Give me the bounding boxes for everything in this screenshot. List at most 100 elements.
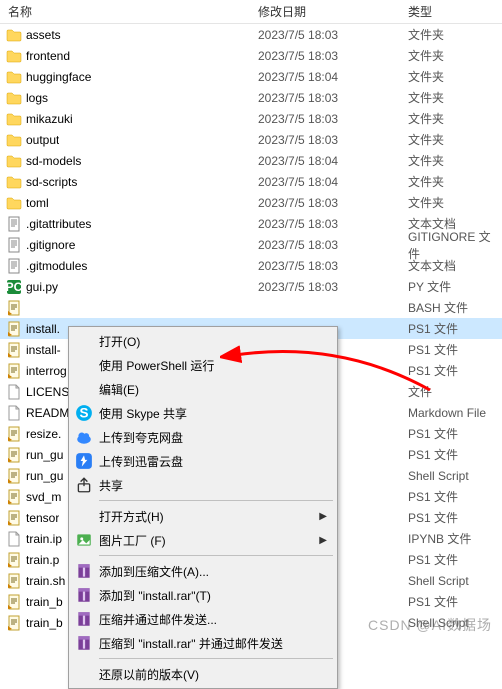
file-date-cell: 2023/7/5 18:04 (258, 175, 408, 189)
file-row[interactable]: output 2023/7/5 18:03文件夹 (0, 129, 502, 150)
file-name-label: train.sh (26, 574, 65, 588)
file-row[interactable]: logs2023/7/5 18:03文件夹 (0, 87, 502, 108)
file-type-cell: BASH 文件 (408, 299, 502, 316)
menu-open[interactable]: 打开(O) (71, 329, 335, 353)
file-date-cell: 2023/7/5 18:03 (258, 238, 408, 252)
file-row[interactable]: .gitignore2023/7/5 18:03GITIGNORE 文件 (0, 234, 502, 255)
menu-label: 共享 (99, 477, 123, 494)
file-name-label: output (26, 133, 59, 147)
menu-edit[interactable]: 编辑(E) (71, 377, 335, 401)
folder-icon (6, 69, 22, 85)
menu-run-powershell[interactable]: 使用 PowerShell 运行 (71, 353, 335, 377)
file-name-label: .gitmodules (26, 259, 87, 273)
file-type-cell: PY 文件 (408, 278, 502, 295)
txt-icon (6, 237, 22, 253)
picture-icon (75, 531, 93, 549)
file-name-label: huggingface (26, 70, 91, 84)
file-type-cell: 文件夹 (408, 47, 502, 64)
txt-icon (6, 258, 22, 274)
file-name-label: train_b (26, 595, 63, 609)
menu-open-with[interactable]: 打开方式(H)▶ (71, 504, 335, 528)
chevron-right-icon: ▶ (319, 535, 327, 546)
file-type-cell: 文本文档 (408, 257, 502, 274)
file-date-cell: 2023/7/5 18:03 (258, 196, 408, 210)
file-name-label: sd-scripts (26, 175, 77, 189)
file-type-cell: Shell Script (408, 469, 502, 483)
script-icon (6, 594, 22, 610)
menu-label: 上传到迅雷云盘 (99, 453, 183, 470)
menu-compress-email[interactable]: 压缩并通过邮件发送... (71, 607, 335, 631)
file-date-cell: 2023/7/5 18:03 (258, 28, 408, 42)
script-icon (6, 468, 22, 484)
rar-icon (75, 610, 93, 628)
file-row[interactable]: toml 2023/7/5 18:03文件夹 (0, 192, 502, 213)
file-type-cell: 文件夹 (408, 131, 502, 148)
script-icon (6, 573, 22, 589)
menu-upload-xunlei[interactable]: 上传到迅雷云盘 (71, 449, 335, 473)
script-icon (6, 489, 22, 505)
file-row[interactable]: .gitmodules2023/7/5 18:03文本文档 (0, 255, 502, 276)
file-name-label: train.ip (26, 532, 62, 546)
file-type-cell: 文件夹 (408, 194, 502, 211)
file-name-label: frontend (26, 49, 70, 63)
file-name-cell: frontend (0, 48, 258, 64)
menu-separator (99, 658, 333, 659)
column-header-name[interactable]: 名称 (0, 3, 258, 20)
share-icon (75, 476, 93, 494)
menu-upload-kuake[interactable]: 上传到夸克网盘 (71, 425, 335, 449)
file-name-label: assets (26, 28, 61, 42)
file-name-label: svd_m (26, 490, 61, 504)
file-date-cell: 2023/7/5 18:03 (258, 112, 408, 126)
column-header-date[interactable]: 修改日期 (258, 3, 408, 20)
file-type-cell: Markdown File (408, 406, 502, 420)
file-row[interactable]: BASH 文件 (0, 297, 502, 318)
cloud-icon (75, 428, 93, 446)
menu-label: 图片工厂 (F) (99, 532, 166, 549)
chevron-right-icon: ▶ (319, 511, 327, 522)
file-name-label: install- (26, 343, 61, 357)
file-type-cell: PS1 文件 (408, 320, 502, 337)
folder-icon (6, 90, 22, 106)
column-header-type[interactable]: 类型 (408, 3, 502, 20)
file-name-label: sd-models (26, 154, 81, 168)
file-row[interactable]: mikazuki2023/7/5 18:03文件夹 (0, 108, 502, 129)
file-name-cell: sd-scripts (0, 174, 258, 190)
file-type-cell: 文件夹 (408, 68, 502, 85)
menu-add-to-rar[interactable]: 添加到 "install.rar"(T) (71, 583, 335, 607)
file-name-cell: output (0, 132, 258, 148)
column-header-row: 名称 修改日期 类型 (0, 0, 502, 24)
file-row[interactable]: sd-models2023/7/5 18:04文件夹 (0, 150, 502, 171)
script-icon (6, 615, 22, 631)
menu-label: 上传到夸克网盘 (99, 429, 183, 446)
file-row[interactable]: assets2023/7/5 18:03文件夹 (0, 24, 502, 45)
file-type-cell: PS1 文件 (408, 593, 502, 610)
file-date-cell: 2023/7/5 18:03 (258, 91, 408, 105)
file-type-cell: PS1 文件 (408, 488, 502, 505)
menu-pic-factory[interactable]: 图片工厂 (F) ▶ (71, 528, 335, 552)
rar-icon (75, 562, 93, 580)
xunlei-icon (75, 452, 93, 470)
file-row[interactable]: frontend2023/7/5 18:03文件夹 (0, 45, 502, 66)
file-type-cell: IPYNB 文件 (408, 530, 502, 547)
script-icon (6, 426, 22, 442)
menu-label: 添加到压缩文件(A)... (99, 563, 209, 580)
menu-restore-previous[interactable]: 还原以前的版本(V) (71, 662, 335, 686)
watermark-text: CSDN @AI数据场 (368, 615, 492, 635)
file-name-cell: PCgui.py (0, 279, 258, 295)
svg-text:S: S (79, 406, 88, 421)
file-type-cell: PS1 文件 (408, 509, 502, 526)
menu-compress-rar-email[interactable]: 压缩到 "install.rar" 并通过邮件发送 (71, 631, 335, 655)
menu-separator (99, 500, 333, 501)
file-type-cell: 文件夹 (408, 152, 502, 169)
menu-share[interactable]: 共享 (71, 473, 335, 497)
file-name-label: toml (26, 196, 49, 210)
menu-add-to-archive[interactable]: 添加到压缩文件(A)... (71, 559, 335, 583)
file-type-cell: PS1 文件 (408, 446, 502, 463)
file-row[interactable]: huggingface2023/7/5 18:04文件夹 (0, 66, 502, 87)
menu-skype-share[interactable]: S 使用 Skype 共享 (71, 401, 335, 425)
folder-icon (6, 132, 22, 148)
file-date-cell: 2023/7/5 18:03 (258, 133, 408, 147)
file-row[interactable]: sd-scripts2023/7/5 18:04文件夹 (0, 171, 502, 192)
file-row[interactable]: PCgui.py2023/7/5 18:03PY 文件 (0, 276, 502, 297)
file-name-cell: assets (0, 27, 258, 43)
